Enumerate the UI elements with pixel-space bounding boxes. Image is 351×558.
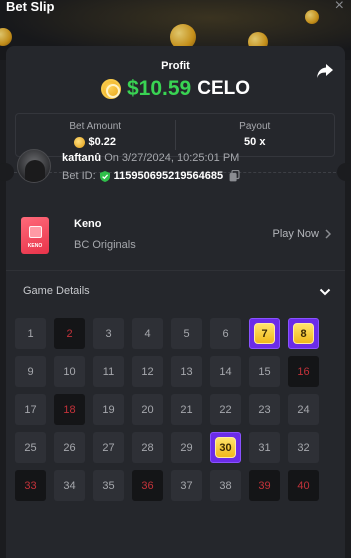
keno-cell-10: 10 bbox=[54, 356, 85, 387]
keno-cell-18: 18 bbox=[54, 394, 85, 425]
profit-amount: $10.59 bbox=[126, 77, 192, 100]
keno-board: 1 2 3 4 5 6 7 8 9 10 11 12 13 14 15 16 17 18 19 20 21 22 23 24 2… bbox=[15, 318, 326, 501]
keno-cell-3: 3 bbox=[93, 318, 124, 349]
player-name[interactable]: kaftanû bbox=[62, 152, 101, 164]
keno-cell-33: 33 bbox=[15, 470, 46, 501]
keno-cell-4: 4 bbox=[132, 318, 163, 349]
keno-cell-23: 23 bbox=[249, 394, 280, 425]
keno-cell-38: 38 bbox=[210, 470, 241, 501]
player-line: kaftanû On 3/27/2024, 10:25:01 PM bbox=[62, 152, 239, 164]
keno-cell-1: 1 bbox=[15, 318, 46, 349]
keno-cell-39: 39 bbox=[249, 470, 280, 501]
keno-cell-29: 29 bbox=[171, 432, 202, 463]
keno-cell-25: 25 bbox=[15, 432, 46, 463]
keno-cell-36: 36 bbox=[132, 470, 163, 501]
coin-decoration bbox=[0, 28, 12, 46]
share-icon[interactable] bbox=[316, 63, 334, 79]
keno-cell-19: 19 bbox=[93, 394, 124, 425]
play-now-button[interactable]: Play Now bbox=[273, 228, 331, 240]
avatar-figure bbox=[25, 160, 45, 182]
payout-stat: Payout 50 x bbox=[174, 120, 335, 150]
bet-id-label: Bet ID: bbox=[62, 170, 96, 182]
ticket-notch bbox=[0, 163, 14, 181]
close-icon[interactable]: × bbox=[335, 0, 344, 14]
keno-cell-5: 5 bbox=[171, 318, 202, 349]
shield-check-icon bbox=[99, 170, 110, 182]
keno-thumb-label: KENO bbox=[27, 243, 43, 249]
copy-icon[interactable] bbox=[229, 170, 240, 182]
bet-id-line: Bet ID: 115950695219564685 bbox=[62, 170, 240, 182]
window-title: Bet Slip bbox=[6, 0, 55, 14]
gem-icon: 8 bbox=[293, 323, 314, 344]
keno-cell-20: 20 bbox=[132, 394, 163, 425]
keno-cell-14: 14 bbox=[210, 356, 241, 387]
profit-label: Profit bbox=[161, 60, 190, 72]
game-details-header[interactable]: Game Details bbox=[23, 285, 90, 297]
celo-coin-icon bbox=[100, 79, 121, 99]
keno-cell-6: 6 bbox=[210, 318, 241, 349]
keno-cell-17: 17 bbox=[15, 394, 46, 425]
avatar[interactable] bbox=[17, 149, 51, 183]
section-divider bbox=[6, 270, 345, 271]
keno-cell-27: 27 bbox=[93, 432, 124, 463]
bet-slip-card: Profit $10.59 CELO Bet Amount $0.22 Payo… bbox=[0, 46, 351, 558]
keno-cell-2: 2 bbox=[54, 318, 85, 349]
game-provider: BC Originals bbox=[74, 239, 136, 251]
keno-cell-31: 31 bbox=[249, 432, 280, 463]
keno-cell-12: 12 bbox=[132, 356, 163, 387]
gem-icon: 7 bbox=[254, 323, 275, 344]
keno-cell-32: 32 bbox=[288, 432, 319, 463]
keno-cell-40: 40 bbox=[288, 470, 319, 501]
keno-cell-16: 16 bbox=[288, 356, 319, 387]
bet-timestamp: On 3/27/2024, 10:25:01 PM bbox=[104, 152, 240, 164]
coin-icon bbox=[74, 136, 86, 148]
keno-cell-8: 8 bbox=[288, 318, 319, 349]
bet-amount-value-row: $0.22 bbox=[16, 136, 175, 148]
keno-cell-9: 9 bbox=[15, 356, 46, 387]
keno-thumbnail[interactable]: KENO bbox=[21, 217, 49, 254]
game-name: Keno bbox=[74, 218, 102, 230]
keno-cell-11: 11 bbox=[93, 356, 124, 387]
keno-cell-26: 26 bbox=[54, 432, 85, 463]
profit-row: $10.59 CELO bbox=[6, 77, 345, 101]
keno-cell-15: 15 bbox=[249, 356, 280, 387]
payout-label: Payout bbox=[239, 121, 271, 132]
player-info: kaftanû On 3/27/2024, 10:25:01 PM Bet ID… bbox=[17, 149, 327, 189]
keno-cell-37: 37 bbox=[171, 470, 202, 501]
gem-icon: 30 bbox=[215, 437, 236, 458]
keno-logo-icon bbox=[29, 226, 42, 238]
bet-id-value: 115950695219564685 bbox=[113, 170, 224, 182]
keno-cell-22: 22 bbox=[210, 394, 241, 425]
bet-amount-value: $0.22 bbox=[88, 136, 117, 148]
chevron-right-icon bbox=[325, 229, 331, 239]
bet-amount-label: Bet Amount bbox=[69, 121, 122, 132]
keno-cell-34: 34 bbox=[54, 470, 85, 501]
play-now-label: Play Now bbox=[272, 228, 319, 240]
keno-cell-21: 21 bbox=[171, 394, 202, 425]
coin-decoration bbox=[305, 10, 319, 24]
game-row: KENO Keno BC Originals Play Now bbox=[21, 215, 331, 255]
keno-cell-28: 28 bbox=[132, 432, 163, 463]
payout-value: 50 x bbox=[244, 136, 266, 148]
keno-cell-24: 24 bbox=[288, 394, 319, 425]
keno-cell-30: 30 bbox=[210, 432, 241, 463]
keno-cell-13: 13 bbox=[171, 356, 202, 387]
chevron-down-icon[interactable] bbox=[319, 287, 331, 297]
profit-currency: CELO bbox=[197, 78, 250, 99]
ticket-notch bbox=[337, 163, 351, 181]
keno-cell-7: 7 bbox=[249, 318, 280, 349]
keno-cell-35: 35 bbox=[93, 470, 124, 501]
